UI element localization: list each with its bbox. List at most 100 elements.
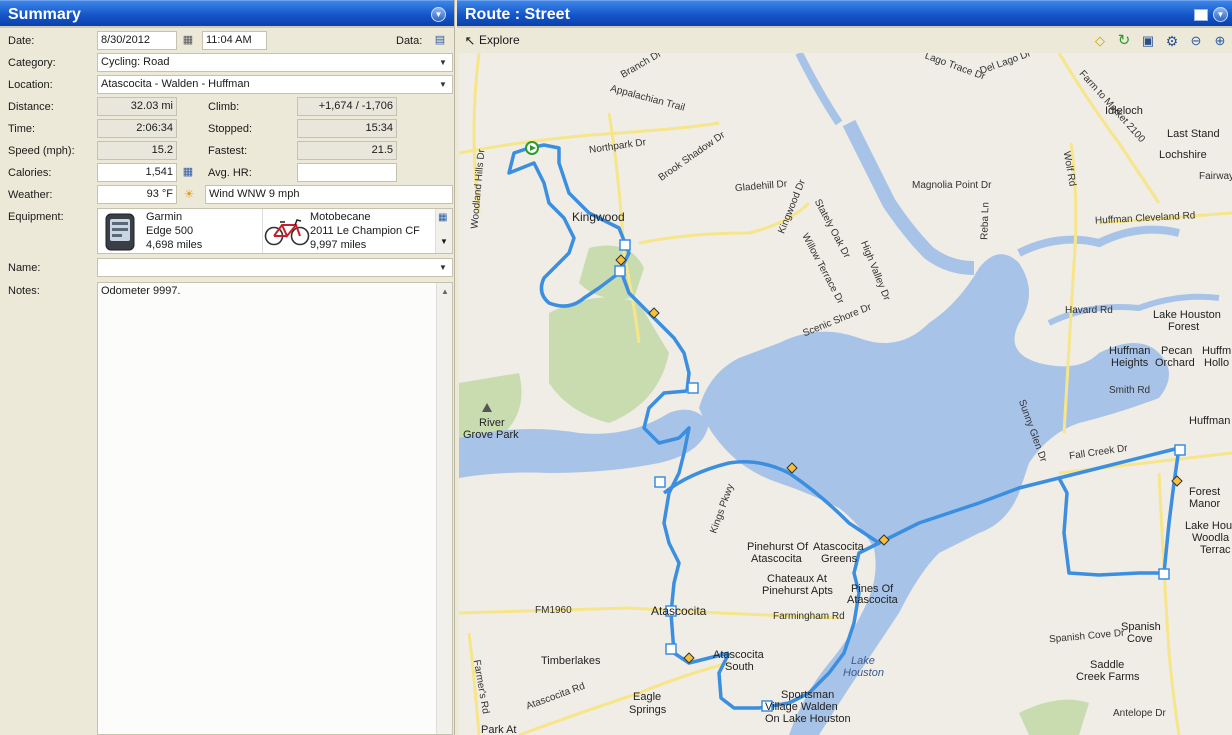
list-icon[interactable]: ▦	[438, 212, 447, 223]
map-label: Hollo	[1204, 357, 1230, 369]
map-label: Pinehurst Of	[747, 541, 809, 553]
collapse-route-icon[interactable]: ▼	[1213, 7, 1228, 22]
refresh-icon[interactable]: ↻	[1115, 32, 1133, 50]
map-label: Last Stand	[1167, 128, 1220, 140]
notes-scrollbar[interactable]: ▲	[436, 283, 452, 734]
equipment-label: Equipment:	[8, 211, 64, 223]
route-title: Route : Street	[465, 6, 570, 23]
distance-value: 32.03 mi	[97, 97, 177, 116]
name-label: Name:	[8, 262, 41, 274]
save-icon[interactable]: ▣	[1139, 32, 1157, 50]
map-label: Huffm	[1202, 345, 1232, 357]
climb-label: Climb:	[208, 101, 240, 113]
map-label: Atascocita	[713, 649, 764, 661]
road-label: Magnolia Point Dr	[912, 180, 992, 191]
cursor-icon[interactable]: ↖	[461, 32, 479, 50]
road-label: FM1960	[535, 605, 572, 616]
map-label: Forest	[1189, 486, 1221, 498]
calories-label: Calories:	[8, 167, 52, 179]
weather-field[interactable]: Wind WNW 9 mph	[205, 185, 453, 204]
bicycle-icon	[264, 219, 310, 246]
settings-icon[interactable]: ⚙	[1163, 32, 1181, 50]
road-label: Reba Ln	[979, 201, 992, 241]
distance-label: Distance:	[8, 101, 54, 113]
map-label: Pecan	[1161, 345, 1193, 357]
map-label: Timberlakes	[541, 655, 601, 667]
category-value: Cycling: Road	[101, 56, 170, 68]
name-field[interactable]: ▼	[97, 258, 453, 277]
location-label: Location:	[8, 79, 53, 91]
name-row: Name: ▼	[0, 258, 455, 278]
map-label: Chateaux At	[767, 573, 827, 585]
gps-device-icon	[105, 213, 135, 251]
fastest-value: 21.5	[297, 141, 397, 160]
map-label: River	[479, 417, 505, 429]
map-label: Terrac	[1200, 544, 1231, 556]
zoom-out-icon[interactable]: ⊖	[1187, 32, 1205, 50]
temperature-field[interactable]: 93 °F	[97, 185, 177, 204]
equipment-scrollbar[interactable]: ▦ ▼	[435, 209, 452, 253]
road-label: Smith Rd	[1109, 385, 1151, 396]
map-label: Greens	[821, 553, 858, 565]
weather-label: Weather:	[8, 189, 53, 201]
equipment-model: Edge 500	[146, 225, 194, 237]
explore-button[interactable]: Explore	[479, 33, 520, 47]
notes-textarea[interactable]: Odometer 9997. ▲	[97, 282, 453, 735]
time-of-day-field[interactable]: 11:04 AM	[202, 31, 267, 50]
map-label: On Lake Houston	[765, 713, 851, 725]
data-device-icon[interactable]: ▤	[431, 32, 449, 48]
data-label: Data:	[396, 35, 423, 47]
layout-icon[interactable]	[1194, 9, 1208, 21]
calories-field[interactable]: 1,541	[97, 163, 177, 182]
date-row: Date: 8/30/2012 ▦ 11:04 AM Data: ▤	[0, 31, 455, 51]
avg-hr-label: Avg. HR:	[208, 167, 252, 179]
chevron-down-icon[interactable]: ▼	[436, 77, 450, 92]
diamond-icon[interactable]: ◇	[1091, 32, 1109, 50]
map-label: Spanish	[1121, 621, 1161, 633]
map-label: Huffman	[1109, 345, 1151, 357]
road-label: Havard Rd	[1065, 305, 1113, 316]
equipment-item[interactable]: Motobecane 2011 Le Champion CF 9,997 mil…	[264, 209, 434, 253]
equipment-item[interactable]: Garmin Edge 500 4,698 miles	[98, 209, 263, 253]
route-map[interactable]: Kingwood Atascocita Idleloch Last Stand …	[459, 53, 1232, 735]
category-select[interactable]: Cycling: Road ▼	[97, 53, 453, 72]
map-label: Lake	[851, 655, 875, 667]
map-label: Sportsman	[781, 689, 835, 701]
route-panel: Route : Street ▼ ↖ Explore ◇ ↻ ▣ ⚙ ⊖ ⊕ K…	[457, 0, 1232, 735]
equipment-list: Garmin Edge 500 4,698 miles Motobecane 2…	[97, 208, 453, 254]
notes-text: Odometer 9997.	[101, 285, 181, 297]
summary-title: Summary	[8, 6, 81, 23]
equipment-name: Motobecane	[310, 211, 371, 223]
category-label: Category:	[8, 57, 56, 69]
road-label: Farmingham Rd	[773, 611, 845, 622]
map-label: Springs	[629, 704, 667, 716]
speed-row: Speed (mph): 15.2 Fastest: 21.5	[0, 141, 455, 161]
road-label: Antelope Dr	[1113, 708, 1166, 719]
map-label: Atascocita	[651, 604, 707, 618]
equipment-model: 2011 Le Champion CF	[310, 225, 420, 237]
calendar-icon[interactable]: ▦	[180, 32, 196, 48]
chevron-down-icon[interactable]: ▼	[436, 55, 450, 70]
zoom-in-icon[interactable]: ⊕	[1211, 32, 1229, 50]
map-label: Cove	[1127, 633, 1153, 645]
calculator-icon[interactable]: ▦	[180, 164, 196, 180]
map-label: Lake Houston	[1153, 309, 1221, 321]
date-label: Date:	[8, 35, 35, 47]
time-row: Time: 2:06:34 Stopped: 15:34	[0, 119, 455, 139]
map-label: Forest	[1168, 321, 1200, 333]
speed-value: 15.2	[97, 141, 177, 160]
avg-hr-field[interactable]	[297, 163, 397, 182]
map-label: Pinehurst Apts	[762, 585, 833, 597]
time-value: 2:06:34	[97, 119, 177, 138]
scroll-up-icon[interactable]: ▲	[441, 287, 449, 296]
map-label: Houston	[843, 667, 884, 679]
date-field[interactable]: 8/30/2012	[97, 31, 177, 50]
location-select[interactable]: Atascocita - Walden - Huffman ▼	[97, 75, 453, 94]
chevron-down-icon[interactable]: ▼	[436, 260, 450, 275]
map-label: Grove Park	[463, 429, 519, 441]
calories-row: Calories: 1,541 ▦ Avg. HR:	[0, 163, 455, 183]
partly-sunny-icon[interactable]: ☀	[180, 186, 198, 202]
map-label: Saddle	[1090, 659, 1125, 671]
collapse-summary-icon[interactable]: ▼	[431, 7, 446, 22]
chevron-down-icon[interactable]: ▼	[440, 237, 448, 246]
